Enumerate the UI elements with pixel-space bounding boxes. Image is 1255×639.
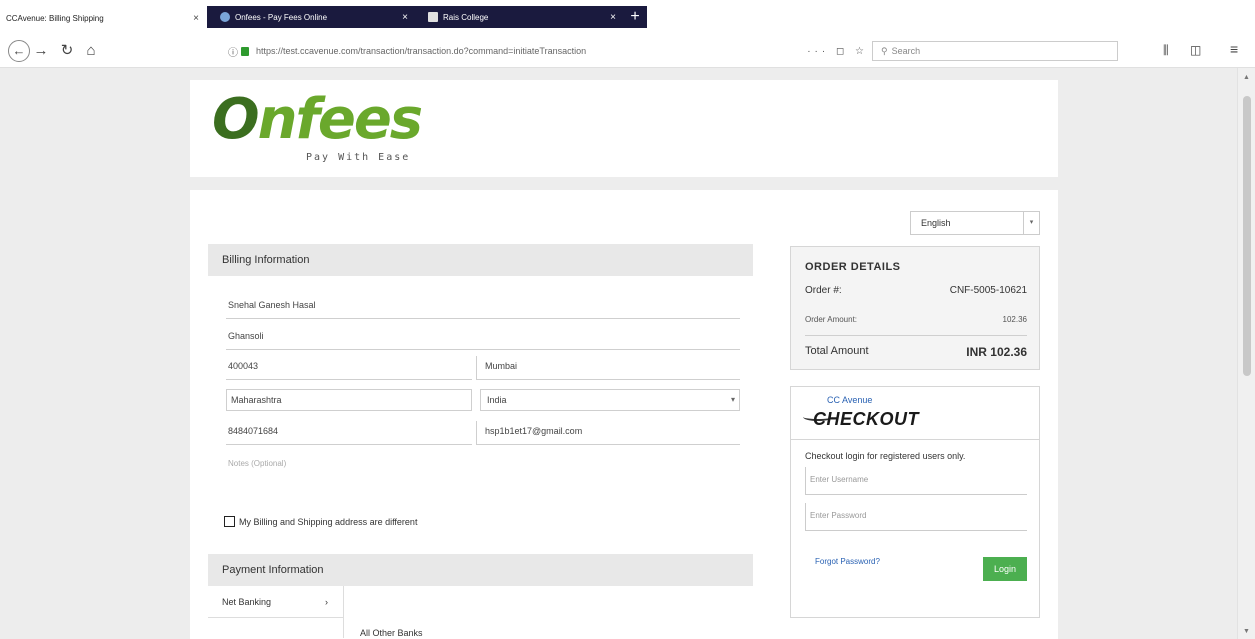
total-amount-value: INR 102.36 [966, 345, 1027, 359]
search-icon: ⚲ [881, 45, 888, 56]
checkout-login-panel: CC Avenue CHECKOUT Checkout login for re… [790, 386, 1040, 618]
order-details-title: ORDER DETAILS [805, 261, 901, 273]
logo-wordmark: nfees [257, 87, 424, 152]
chevron-down-icon: ▾ [1023, 212, 1039, 234]
different-address-option[interactable]: My Billing and Shipping address are diff… [224, 516, 417, 527]
chevron-right-icon: › [325, 597, 328, 607]
zip-field[interactable]: 400043 [226, 356, 472, 380]
payment-method-menu: Net Banking › [208, 586, 344, 638]
browser-tab-bar: CCAvenue: Billing Shipping × Onfees - Pa… [0, 0, 1255, 34]
menu-icon[interactable]: ≡ [1230, 41, 1238, 57]
onfees-logo[interactable]: Onfees Pay With Ease [212, 87, 424, 164]
sidebar-icon[interactable]: ◫ [1190, 43, 1201, 57]
city-field[interactable]: Mumbai [476, 356, 740, 380]
email-field[interactable]: hsp1b1et17@gmail.com [476, 421, 740, 445]
address-field[interactable]: Ghansoli [226, 326, 740, 350]
scrollbar-thumb[interactable] [1243, 96, 1251, 376]
order-amount-label: Order Amount: [805, 315, 858, 324]
url-text[interactable]: https://test.ccavenue.com/transaction/tr… [256, 46, 801, 56]
back-arrow-icon[interactable]: ← [8, 40, 30, 62]
forgot-password-link[interactable]: Forgot Password? [815, 557, 880, 566]
language-value: English [921, 218, 951, 228]
order-amount-row: Order Amount: 102.36 [805, 315, 1027, 324]
tab-ccavenue-billing[interactable]: CCAvenue: Billing Shipping × [0, 8, 205, 28]
different-address-checkbox[interactable] [224, 516, 235, 527]
search-input[interactable]: ⚲ Search [872, 41, 1118, 61]
college-favicon-icon [428, 12, 438, 22]
home-icon[interactable]: ⌂ [82, 41, 100, 61]
logo-tagline: Pay With Ease [306, 152, 411, 163]
total-amount-label: Total Amount [805, 345, 869, 357]
tab-onfees[interactable]: Onfees - Pay Fees Online × [214, 6, 414, 28]
logo-brand-big: CHECKOUT [813, 409, 919, 429]
search-placeholder: Search [891, 46, 921, 56]
state-field[interactable]: Maharashtra [226, 389, 472, 411]
new-tab-button[interactable]: + [624, 6, 646, 28]
username-input[interactable]: Enter Username [805, 467, 1027, 495]
close-icon[interactable]: × [193, 13, 199, 24]
billing-section-heading: Billing Information [208, 244, 753, 276]
order-amount-value: 102.36 [1002, 315, 1027, 324]
country-value: India [487, 395, 507, 405]
logo-letter: O [212, 87, 260, 152]
order-number-label: Order #: [805, 285, 842, 296]
payment-form-container: English ▾ Billing Information Snehal Gan… [190, 190, 1058, 639]
tab-title: Rais College [443, 12, 489, 22]
lock-icon [241, 46, 249, 56]
language-select[interactable]: English ▾ [910, 211, 1040, 235]
login-button[interactable]: Login [983, 557, 1027, 581]
order-total-row: Total Amount INR 102.36 [805, 345, 1027, 359]
all-other-banks-label[interactable]: All Other Banks [360, 628, 423, 638]
checkout-divider [791, 439, 1039, 440]
password-input[interactable]: Enter Password [805, 503, 1027, 531]
order-number-row: Order #: CNF-5005-10621 [805, 285, 1027, 296]
address-bar[interactable]: ⓘ https://test.ccavenue.com/transaction/… [228, 41, 868, 61]
forward-arrow-icon[interactable]: → [33, 41, 49, 61]
payment-section-heading: Payment Information [208, 554, 753, 586]
order-number-value: CNF-5005-10621 [949, 285, 1027, 296]
logo-brand-small: CC Avenue [827, 395, 873, 405]
onfees-favicon-icon [220, 12, 230, 22]
order-divider [805, 335, 1027, 336]
payment-method-netbanking[interactable]: Net Banking › [208, 586, 344, 618]
tab-title: Onfees - Pay Fees Online [235, 12, 328, 22]
tab-rais-college[interactable]: Rais College × [422, 6, 622, 28]
close-icon[interactable]: × [402, 12, 408, 23]
phone-field[interactable]: 8484071684 [226, 421, 472, 445]
scroll-up-icon[interactable]: ▲ [1243, 74, 1250, 81]
country-select[interactable]: India ▾ [480, 389, 740, 411]
notes-field[interactable]: Notes (Optional) [226, 454, 472, 478]
close-icon[interactable]: × [610, 12, 616, 23]
checkout-note: Checkout login for registered users only… [805, 451, 966, 461]
chevron-down-icon: ▾ [730, 395, 735, 404]
page-viewport: Onfees Pay With Ease English ▾ Billing I… [0, 68, 1255, 639]
browser-nav-bar: ← → ↻ ⌂ ⓘ https://test.ccavenue.com/tran… [0, 34, 1255, 68]
payment-method-label: Net Banking [222, 597, 272, 607]
name-field[interactable]: Snehal Ganesh Hasal [226, 295, 740, 319]
page-scrollbar[interactable]: ▲ ▼ [1237, 68, 1255, 639]
different-address-label: My Billing and Shipping address are diff… [239, 516, 418, 527]
library-icon[interactable]: ⫼ [1163, 43, 1169, 58]
order-details-panel: ORDER DETAILS Order #: CNF-5005-10621 Or… [790, 246, 1040, 370]
scroll-down-icon[interactable]: ▼ [1243, 628, 1250, 635]
tab-title: CCAvenue: Billing Shipping [6, 13, 104, 23]
reload-icon[interactable]: ↻ [58, 41, 76, 61]
info-icon[interactable]: ⓘ [228, 44, 238, 59]
ccavenue-checkout-logo: CC Avenue CHECKOUT [803, 395, 943, 435]
page-actions-icon[interactable]: ··· ◻ ☆ [807, 46, 868, 57]
site-header: Onfees Pay With Ease [190, 80, 1058, 177]
